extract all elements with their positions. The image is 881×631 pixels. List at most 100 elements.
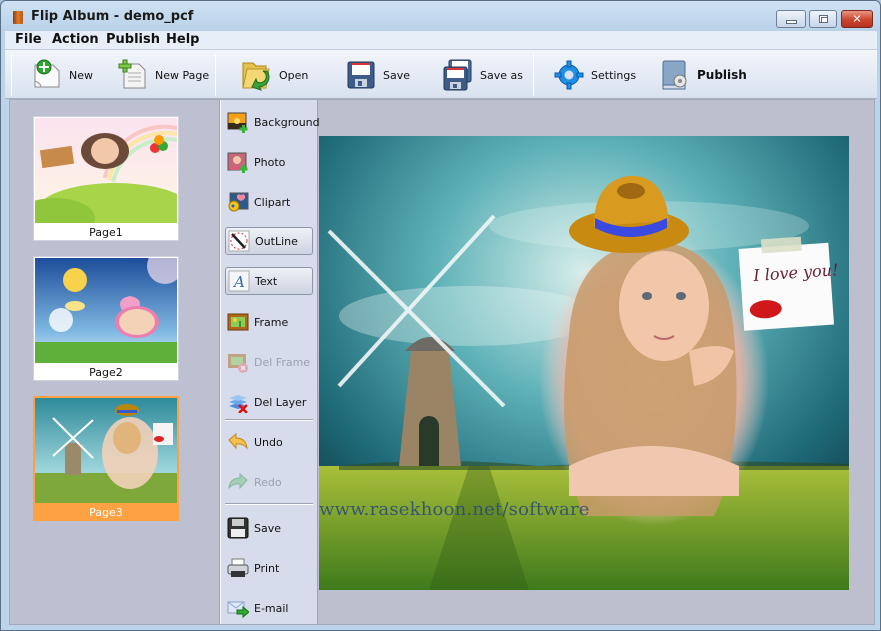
print-tool[interactable]: Print (225, 554, 313, 582)
menu-help[interactable]: Help (166, 32, 199, 47)
window-title: Flip Album - demo_pcf (31, 9, 194, 24)
save-tool[interactable]: Save (225, 514, 313, 542)
minimize-icon (786, 20, 797, 24)
minimize-button[interactable] (776, 10, 806, 28)
photo-tool[interactable]: Photo (225, 148, 313, 176)
save-as-icon (443, 59, 472, 91)
background-add-icon (227, 112, 248, 133)
app-window: Flip Album - demo_pcf ✕ File Action Publ… (0, 0, 881, 631)
clipart-icon (228, 192, 249, 212)
new-page-button[interactable]: New Page (117, 58, 209, 92)
tools-separator (225, 419, 313, 421)
save-as-label: Save as (480, 68, 523, 82)
girl-portrait (539, 236, 769, 526)
outline-tool[interactable]: OutLine (225, 227, 313, 255)
photo-add-icon (227, 152, 248, 173)
redo-label: Redo (254, 475, 282, 489)
email-tool[interactable]: E-mail (225, 594, 313, 622)
publish-book-gear-icon (662, 60, 687, 90)
maximize-icon (819, 15, 828, 23)
page-thumbnail-1[interactable]: Page1 (33, 116, 179, 241)
menu-bar: File Action Publish Help (5, 31, 877, 49)
page-thumbnail-3[interactable]: Page3 (33, 396, 179, 521)
undo-label: Undo (254, 435, 283, 449)
background-tool[interactable]: Background (225, 108, 320, 136)
open-folder-icon (242, 62, 270, 91)
save-as-button[interactable]: Save as (442, 58, 523, 92)
page-label: Page1 (89, 226, 123, 239)
love-note-clipart: I love you! (738, 236, 839, 331)
printer-icon (227, 558, 249, 577)
new-button[interactable]: New (31, 58, 93, 92)
close-icon: ✕ (852, 12, 862, 26)
album-page-canvas[interactable]: I love you! www.rasekhoon.net/software (319, 136, 849, 590)
save-button[interactable]: Save (345, 58, 410, 92)
menu-action[interactable]: Action (52, 32, 99, 47)
outline-label: OutLine (255, 234, 298, 248)
settings-gear-icon (554, 60, 584, 90)
page2-preview (35, 258, 177, 363)
toolbar-separator (215, 54, 216, 96)
close-button[interactable]: ✕ (841, 10, 873, 28)
del-frame-label: Del Frame (254, 355, 311, 369)
text-icon: A (228, 270, 250, 292)
del-frame-tool[interactable]: Del Frame (225, 348, 313, 376)
email-label: E-mail (254, 601, 289, 615)
settings-label: Settings (591, 68, 637, 82)
delete-frame-icon (228, 354, 248, 373)
page-artwork: I love you! (319, 136, 849, 590)
save-label: Save (383, 68, 411, 82)
tools-separator (225, 503, 313, 505)
menu-file[interactable]: File (15, 32, 42, 47)
new-document-icon (34, 59, 60, 88)
clipart-tool[interactable]: Clipart (225, 188, 313, 216)
open-label: Open (279, 68, 309, 82)
page-thumbnail-2[interactable]: Page2 (33, 256, 179, 381)
toolbar-grip (11, 54, 12, 96)
toolbar: New New Page Open Save Save as Settings … (5, 49, 877, 99)
print-label: Print (254, 561, 280, 575)
photo-label: Photo (254, 155, 286, 169)
background-label: Background (254, 115, 320, 129)
email-send-icon (227, 601, 249, 619)
clipart-label: Clipart (254, 195, 291, 209)
frame-icon (227, 313, 249, 331)
page3-preview (35, 398, 177, 503)
save-disk-icon (227, 517, 249, 539)
title-bar[interactable]: Flip Album - demo_pcf ✕ (1, 1, 880, 31)
new-page-icon (118, 59, 146, 89)
save-disk-icon (347, 61, 375, 89)
settings-button[interactable]: Settings (553, 58, 636, 92)
new-label: New (69, 68, 93, 82)
publish-label: Publish (697, 68, 747, 82)
text-label: Text (255, 274, 278, 288)
page-label: Page3 (89, 506, 123, 519)
maximize-button[interactable] (809, 10, 837, 28)
outline-pen-icon (228, 230, 250, 252)
toolbar-separator (533, 54, 534, 96)
canvas-area: I love you! www.rasekhoon.net/software (319, 100, 874, 624)
undo-arrow-icon (228, 432, 248, 450)
main-content: Page1 Page2 Page3 Background Photo Clipa… (9, 99, 875, 625)
del-layer-tool[interactable]: Del Layer (225, 388, 313, 416)
watermark-text: www.rasekhoon.net/software (319, 499, 590, 520)
page1-preview (35, 118, 177, 223)
new-page-label: New Page (155, 68, 210, 82)
page-thumbnail-panel: Page1 Page2 Page3 (10, 100, 220, 624)
save-tool-label: Save (254, 521, 282, 535)
page-label: Page2 (89, 366, 123, 379)
frame-label: Frame (254, 315, 289, 329)
redo-tool[interactable]: Redo (225, 468, 313, 496)
svg-text:A: A (232, 273, 245, 291)
tools-panel: Background Photo Clipart OutLine A Text … (220, 100, 320, 624)
frame-tool[interactable]: Frame (225, 308, 313, 336)
del-layer-label: Del Layer (254, 395, 307, 409)
menu-publish[interactable]: Publish (106, 32, 160, 47)
redo-arrow-icon (228, 472, 248, 490)
undo-tool[interactable]: Undo (225, 428, 313, 456)
delete-layer-icon (229, 395, 248, 413)
open-button[interactable]: Open (241, 58, 308, 92)
text-tool[interactable]: A Text (225, 267, 313, 295)
publish-button[interactable]: Publish (659, 58, 747, 92)
app-book-icon (13, 11, 23, 24)
